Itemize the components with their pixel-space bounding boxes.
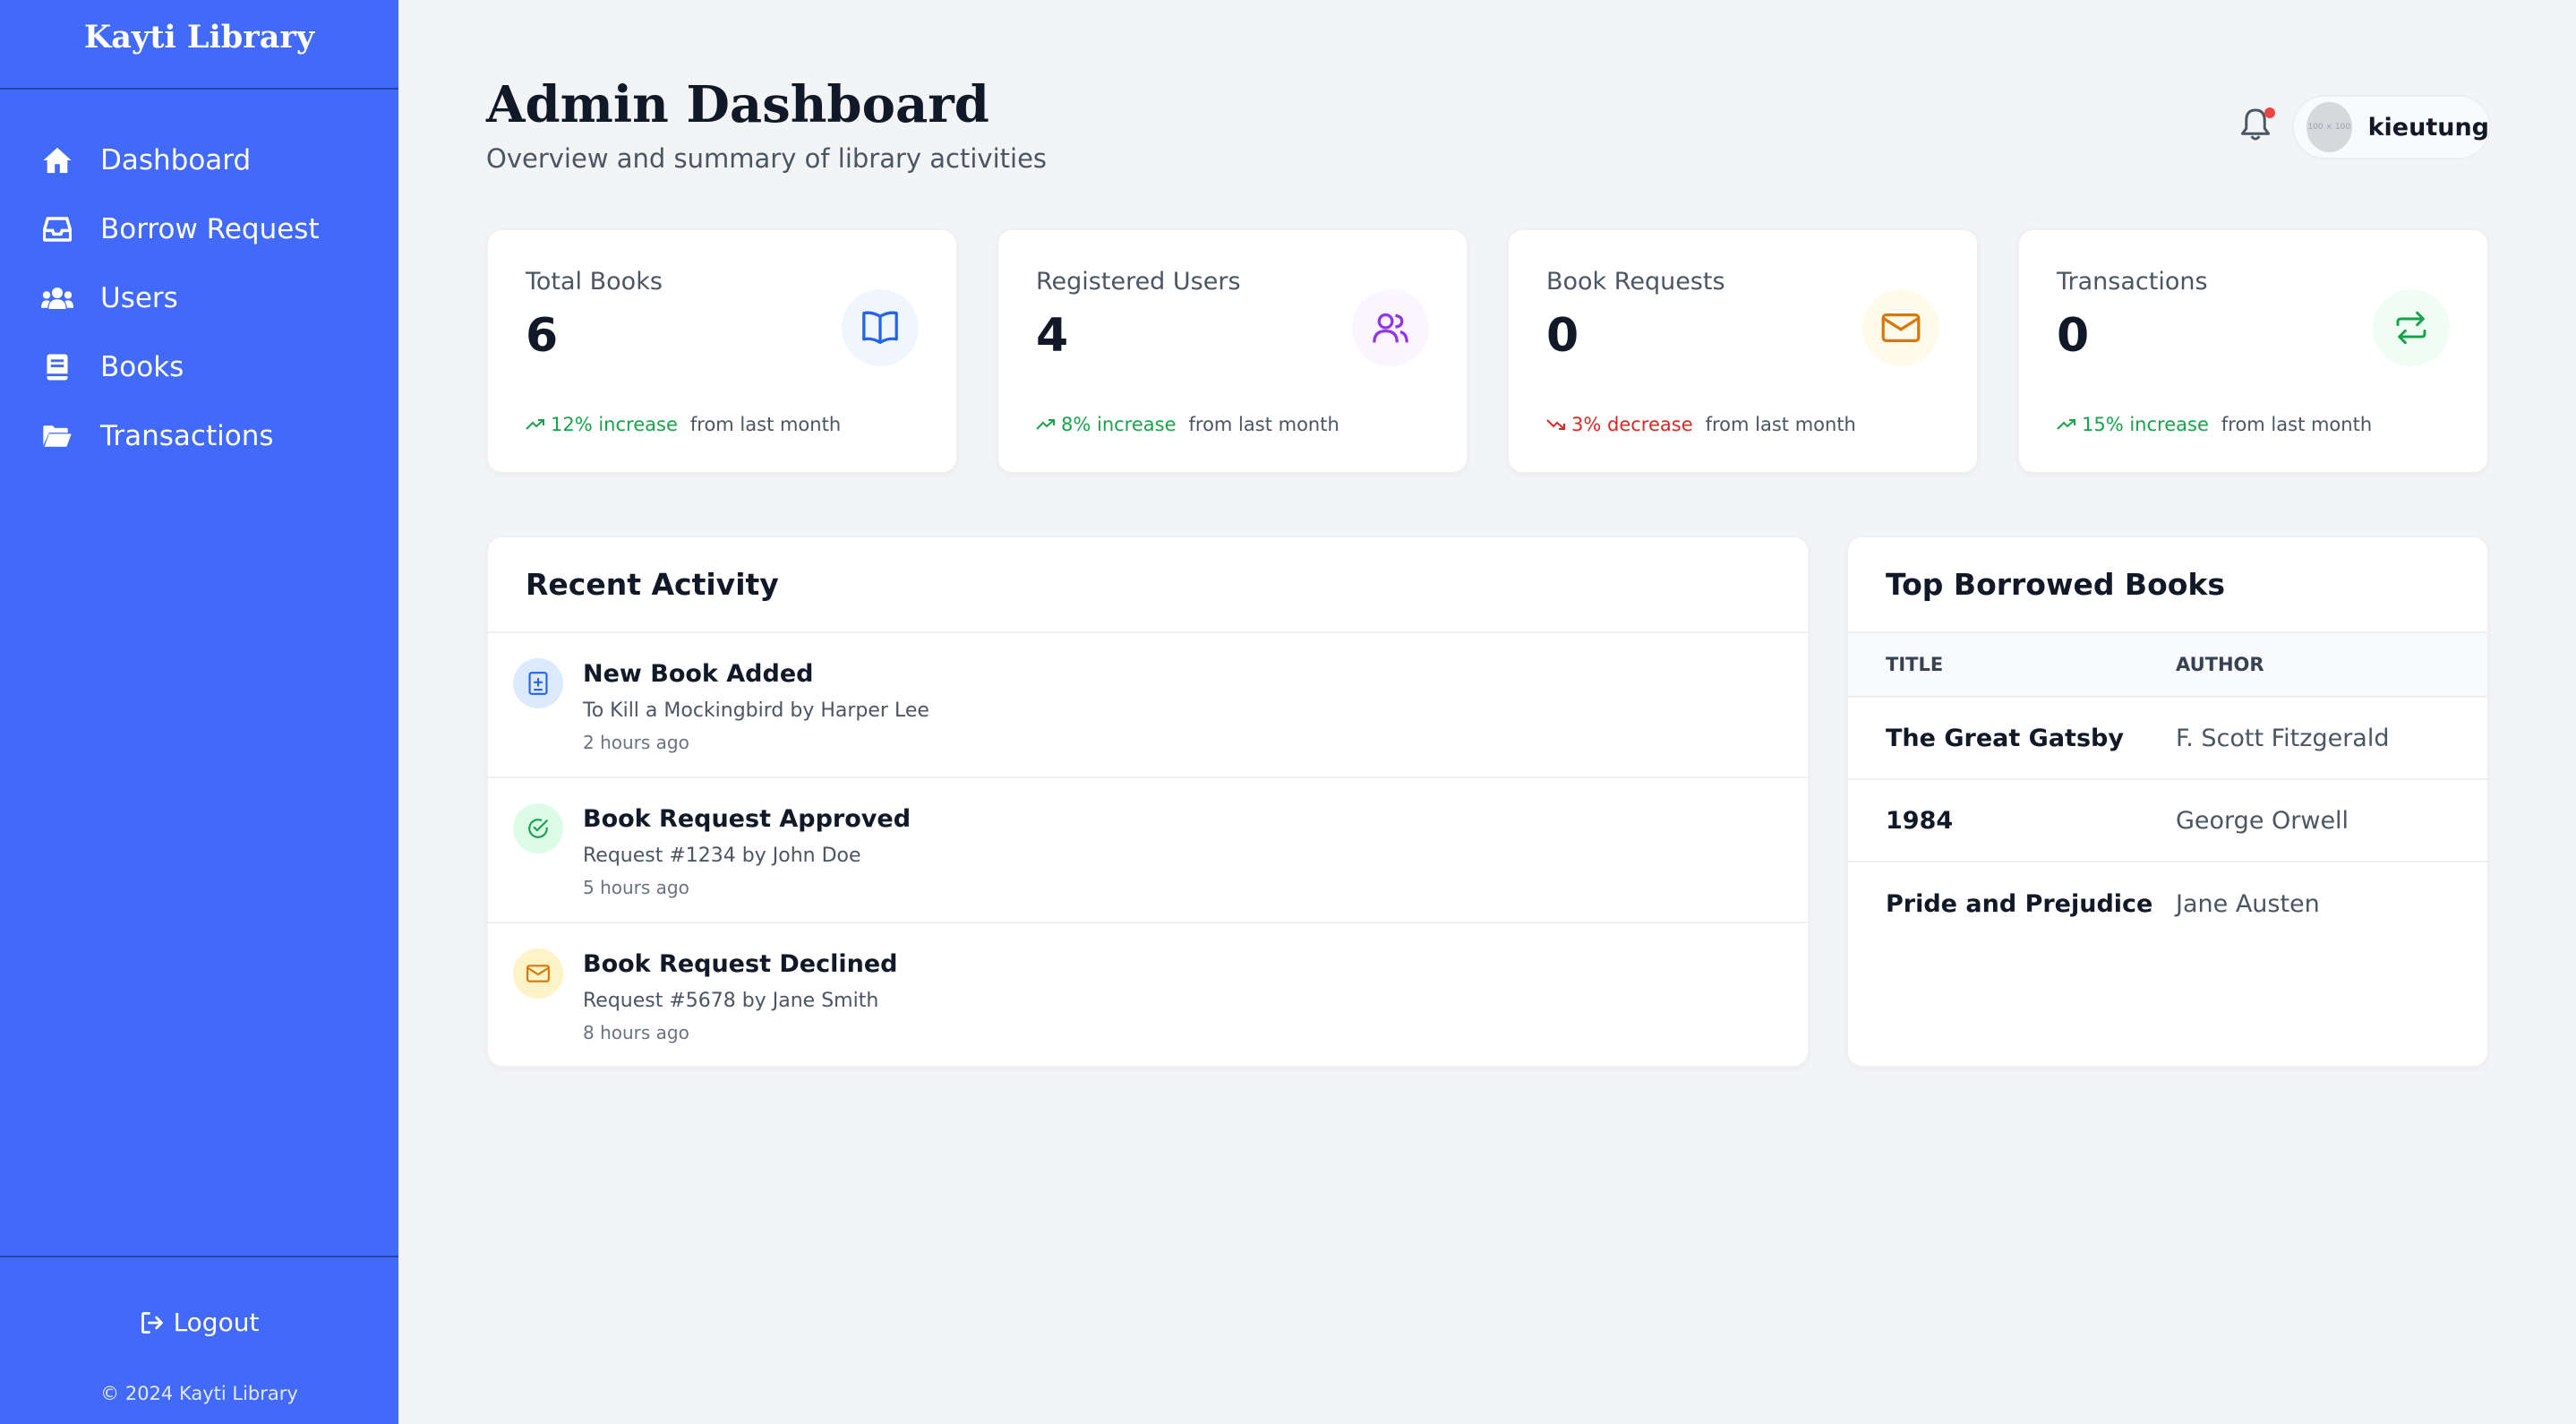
book-author-cell: George Orwell <box>2176 806 2349 835</box>
sidebar-item-dashboard[interactable]: Dashboard <box>0 125 398 194</box>
stat-label: Registered Users <box>1036 268 1241 296</box>
inbox-icon <box>41 213 73 245</box>
book-title-cell: 1984 <box>1886 806 1954 835</box>
trend-up-icon <box>2057 419 2075 430</box>
sidebar-item-label: Borrow Request <box>100 212 320 245</box>
stat-trend-value: 15% increase <box>2082 414 2209 435</box>
stat-trend-value: 12% increase <box>551 414 678 435</box>
sidebar-item-books[interactable]: Books <box>0 332 398 401</box>
book-icon <box>41 351 73 383</box>
sidebar-item-label: Transactions <box>100 419 274 452</box>
trend-up-icon <box>526 419 544 430</box>
users-icon <box>1352 289 1429 366</box>
recent-activity-card: Recent Activity New Book Added To Kill a… <box>486 536 1810 1068</box>
stat-trend: 3% decrease from last month <box>1546 414 1856 435</box>
activity-time: 8 hours ago <box>583 1022 689 1043</box>
activity-time: 5 hours ago <box>583 877 689 898</box>
stat-trend-suffix: from last month <box>689 414 842 435</box>
sidebar: Kayti Library Dashboard Borrow Request U… <box>0 0 398 1424</box>
book-open-icon <box>842 289 919 366</box>
logout-button[interactable]: Logout <box>0 1308 398 1337</box>
stat-trend: 12% increase from last month <box>526 414 841 435</box>
activity-list: New Book Added To Kill a Mockingbird by … <box>488 633 1808 1068</box>
stat-value: 4 <box>1036 309 1069 363</box>
activity-title: New Book Added <box>583 660 814 688</box>
stat-trend-suffix: from last month <box>1188 414 1339 435</box>
repeat-icon <box>2373 289 2450 366</box>
book-author-cell: Jane Austen <box>2176 889 2320 918</box>
stat-card-book-requests: Book Requests 0 3% decrease from last mo… <box>1507 228 1979 474</box>
logout-label: Logout <box>173 1308 260 1337</box>
sidebar-footer: Logout © 2024 Kayti Library <box>0 1256 398 1424</box>
sidebar-nav: Dashboard Borrow Request Users Books Tra… <box>0 125 398 470</box>
table-header: TITLE AUTHOR <box>1848 633 2487 698</box>
book-author-cell: F. Scott Fitzgerald <box>2176 724 2390 752</box>
book-plus-icon <box>513 658 563 708</box>
book-title-cell: The Great Gatsby <box>1886 724 2124 752</box>
activity-title: Book Request Declined <box>583 950 898 978</box>
stat-trend-value: 8% increase <box>1061 414 1177 435</box>
users-icon <box>41 282 73 314</box>
sidebar-item-label: Users <box>100 281 178 314</box>
activity-item[interactable]: Book Request Approved Request #1234 by J… <box>488 778 1808 923</box>
home-icon <box>41 144 73 176</box>
activity-description: Request #1234 by John Doe <box>583 845 861 867</box>
table-row[interactable]: 1984 George Orwell <box>1848 780 2487 862</box>
table-row[interactable]: Pride and Prejudice Jane Austen <box>1848 862 2487 945</box>
page-subtitle: Overview and summary of library activiti… <box>486 143 1048 174</box>
avatar: 100 × 100 <box>2306 102 2352 152</box>
trend-down-icon <box>1546 419 1565 430</box>
stat-trend-suffix: from last month <box>2221 414 2373 435</box>
sidebar-item-transactions[interactable]: Transactions <box>0 401 398 470</box>
mail-icon <box>513 948 563 999</box>
column-header-title: TITLE <box>1886 654 1944 675</box>
stat-card-transactions: Transactions 0 15% increase from last mo… <box>2017 228 2489 474</box>
activity-item[interactable]: Book Request Declined Request #5678 by J… <box>488 923 1808 1068</box>
activity-item[interactable]: New Book Added To Kill a Mockingbird by … <box>488 633 1808 778</box>
stat-trend: 8% increase from last month <box>1036 414 1339 435</box>
logout-icon <box>141 1311 163 1334</box>
activity-time: 2 hours ago <box>583 732 689 753</box>
stat-card-registered-users: Registered Users 4 8% increase from last… <box>997 228 1468 474</box>
notification-button[interactable] <box>2239 107 2275 143</box>
activity-description: Request #5678 by Jane Smith <box>583 990 879 1012</box>
check-circle-icon <box>513 803 563 854</box>
user-menu-button[interactable]: 100 × 100 kieutung <box>2292 95 2491 159</box>
copyright-text: © 2024 Kayti Library <box>100 1383 298 1404</box>
activity-description: To Kill a Mockingbird by Harper Lee <box>583 699 929 722</box>
stat-trend-value: 3% decrease <box>1571 414 1693 435</box>
top-borrowed-title: Top Borrowed Books <box>1848 537 2487 633</box>
stat-trend: 15% increase from last month <box>2057 414 2372 435</box>
stat-label: Total Books <box>526 268 663 296</box>
brand-title: Kayti Library <box>0 0 398 90</box>
sidebar-item-label: Dashboard <box>100 143 252 176</box>
sidebar-item-borrow-request[interactable]: Borrow Request <box>0 194 398 263</box>
page-title: Admin Dashboard <box>486 75 989 134</box>
stat-trend-suffix: from last month <box>1705 414 1856 435</box>
notification-dot <box>2264 107 2275 118</box>
stat-card-total-books: Total Books 6 12% increase from last mon… <box>486 228 958 474</box>
recent-activity-title: Recent Activity <box>488 537 1808 633</box>
activity-title: Book Request Approved <box>583 805 911 833</box>
folder-open-icon <box>41 420 73 452</box>
top-borrowed-card: Top Borrowed Books TITLE AUTHOR The Grea… <box>1846 536 2489 1068</box>
username: kieutung <box>2367 113 2489 142</box>
stat-label: Transactions <box>2057 268 2208 296</box>
stat-label: Book Requests <box>1546 268 1725 296</box>
sidebar-item-users[interactable]: Users <box>0 263 398 332</box>
column-header-author: AUTHOR <box>2176 654 2264 675</box>
table-row[interactable]: The Great Gatsby F. Scott Fitzgerald <box>1848 698 2487 780</box>
top-borrowed-table: TITLE AUTHOR The Great Gatsby F. Scott F… <box>1848 633 2487 945</box>
stat-value: 0 <box>1546 309 1579 363</box>
mail-icon <box>1862 289 1939 366</box>
sidebar-item-label: Books <box>100 350 184 383</box>
book-title-cell: Pride and Prejudice <box>1886 889 2153 918</box>
stat-value: 6 <box>526 309 559 363</box>
trend-up-icon <box>1036 419 1055 430</box>
stat-value: 0 <box>2057 309 2090 363</box>
